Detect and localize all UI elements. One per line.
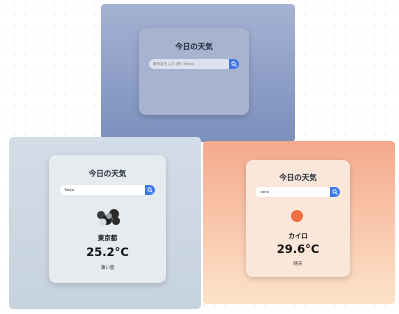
card-title: 今日の天気: [175, 42, 213, 51]
search-button[interactable]: [145, 185, 155, 195]
weather-panel-cairo: 今日の天気 カイロ 29.6°C 晴天: [203, 141, 395, 304]
search-button[interactable]: [229, 59, 239, 69]
city-name: カイロ: [288, 232, 308, 240]
weather-description: 薄い雲: [100, 266, 115, 271]
search-bar: [60, 185, 155, 195]
search-bar: [256, 187, 340, 197]
search-icon: [147, 187, 153, 193]
city-search-input[interactable]: [256, 187, 330, 197]
weather-card: 今日の天気: [139, 28, 249, 115]
weather-card: 今日の天気 カイロ 29.6°C 晴天: [246, 160, 350, 277]
weather-panel-tokyo: 今日の天気 東京都 25.2°C 薄い雲: [9, 137, 201, 309]
weather-card: 今日の天気 東京都 25.2°C 薄い雲: [49, 155, 166, 283]
temperature: 25.2°C: [86, 245, 129, 259]
search-icon: [231, 61, 237, 67]
temperature: 29.6°C: [276, 242, 320, 256]
city-search-input[interactable]: [60, 185, 145, 195]
city-search-input[interactable]: [149, 59, 229, 69]
weather-description: 晴天: [293, 262, 303, 267]
search-bar: [149, 59, 239, 69]
sun-icon: [291, 210, 303, 222]
search-button[interactable]: [330, 187, 340, 197]
cloud-icon: [97, 209, 120, 226]
card-title: 今日の天気: [279, 173, 317, 182]
weather-panel-empty: 今日の天気: [101, 4, 295, 142]
city-name: 東京都: [97, 234, 118, 242]
card-title: 今日の天気: [88, 169, 127, 178]
search-icon: [332, 189, 338, 195]
